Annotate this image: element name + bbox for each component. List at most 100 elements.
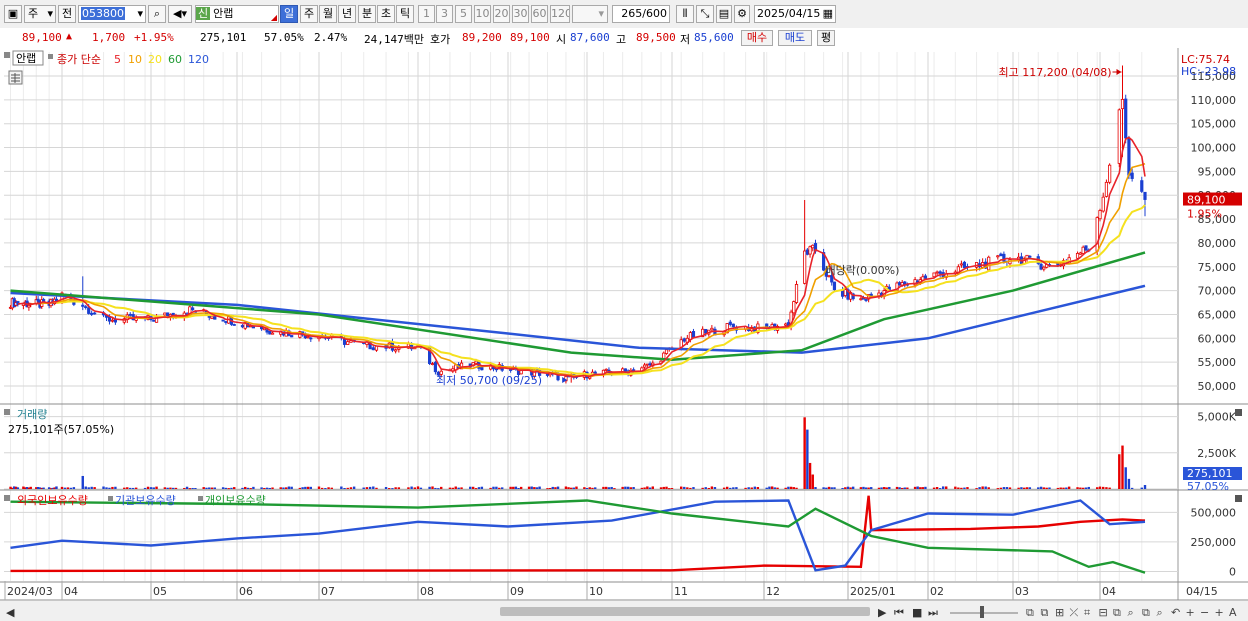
volume-bar — [210, 487, 214, 489]
interval-button-60[interactable]: 60 — [531, 5, 548, 23]
volume-bar — [530, 486, 533, 489]
volume-bar — [750, 487, 753, 489]
tool-icon-12: − — [1200, 606, 1209, 619]
tab-period-0[interactable]: 일 — [280, 5, 298, 23]
candle-body — [213, 316, 217, 320]
tool-icon-0: ⧉ — [1026, 606, 1034, 619]
window-menu-icon[interactable]: ▣ — [4, 5, 22, 23]
candle-body — [728, 321, 732, 325]
buy-button[interactable]: 매수 — [741, 30, 773, 46]
volume-bar — [1140, 487, 1143, 489]
prev-button[interactable]: 전 — [58, 5, 76, 23]
interval-dropdown[interactable]: ▾ — [572, 5, 608, 23]
candle-body — [811, 244, 815, 249]
avg-button[interactable]: 평 — [817, 30, 835, 46]
interval-button-30[interactable]: 30 — [512, 5, 529, 23]
speaker-icon[interactable]: ◀▾ — [168, 5, 192, 23]
candle-body — [1056, 263, 1060, 266]
interval-button-120[interactable]: 120 — [550, 5, 570, 23]
volume-bar — [610, 486, 613, 489]
scroll-left-icon: ◀ — [6, 606, 15, 619]
legend-marker-icon — [48, 54, 53, 59]
volume-bar — [1127, 478, 1131, 489]
data-count-total: /600 — [642, 7, 667, 20]
stock-code-input[interactable]: 053800 ▾ — [78, 5, 146, 23]
volume-bar — [722, 487, 726, 489]
bid-label: 호가 — [430, 33, 451, 46]
volume-bar — [146, 486, 150, 489]
volume-bar — [134, 487, 138, 489]
legend-ma-120: 120 — [188, 53, 209, 66]
save-icon[interactable]: ▤ — [716, 5, 732, 23]
candle-body — [792, 301, 796, 314]
interval-button-1[interactable]: 1 — [418, 5, 435, 23]
volume-bar — [975, 488, 978, 490]
table-icon-lines — [11, 73, 20, 83]
volume-bar — [93, 487, 96, 489]
volume-bar — [885, 487, 888, 489]
candle-body — [710, 327, 714, 331]
holding-legend-marker-icon — [108, 496, 113, 501]
volume-close-icon — [1235, 409, 1242, 416]
company-name-field[interactable]: 신 안랩 ◢ — [195, 5, 279, 23]
volume-bar — [686, 487, 689, 489]
volume-bar — [859, 487, 863, 489]
high-annotation: 최고 117,200 (04/08) — [998, 66, 1111, 79]
market-select[interactable]: 주 ▾ — [24, 5, 56, 23]
volume-bar — [149, 487, 153, 489]
candle-type-icon[interactable]: ⫴ — [676, 5, 694, 23]
price-tick-label: 70,000 — [1198, 285, 1237, 298]
chart-canvas[interactable]: 50,000 55,000 60,000 65,000 70,000 75,000 80,0… — [0, 48, 1248, 621]
volume-bar — [659, 487, 663, 489]
tab-period-1[interactable]: 주 — [300, 5, 318, 23]
volume-bar — [898, 487, 901, 489]
volume-bar — [132, 487, 135, 489]
data-count-field[interactable]: 265/600 — [612, 5, 670, 23]
volume-bar — [1017, 487, 1020, 489]
volume-bar — [194, 487, 197, 489]
volume-bar — [260, 487, 263, 489]
volume-bar — [271, 487, 274, 489]
volume-bar — [419, 487, 423, 489]
volume-bar — [1059, 487, 1062, 489]
volume-bar — [304, 486, 307, 489]
candle-body — [430, 363, 435, 365]
interval-button-20[interactable]: 20 — [493, 5, 510, 23]
holding-tick-label: 500,000 — [1191, 506, 1237, 519]
chart-background — [0, 48, 1248, 621]
date-field[interactable]: 2025/04/15 ▦ — [754, 5, 836, 23]
volume-bar — [185, 486, 189, 489]
candle-body — [623, 368, 627, 372]
price-tick-label: 60,000 — [1198, 332, 1237, 345]
volume-bar — [613, 488, 616, 490]
interval-button-5[interactable]: 5 — [455, 5, 472, 23]
candle-body — [604, 368, 608, 371]
gear-icon[interactable]: ⚙ — [734, 5, 750, 23]
tab-period-3[interactable]: 년 — [338, 5, 356, 23]
search-icon[interactable]: ⌕ — [148, 5, 166, 23]
volume-bar — [246, 487, 250, 489]
date-tick-label: 07 — [321, 585, 335, 598]
volume-bar — [282, 487, 285, 489]
volume-bar — [512, 486, 515, 489]
candle-body — [996, 255, 1000, 258]
volume-bar — [768, 486, 771, 489]
volume-bar — [726, 486, 729, 489]
sell-button[interactable]: 매도 — [778, 30, 812, 46]
crosshair-icon[interactable]: ⤡ — [696, 5, 714, 23]
tab-period-4[interactable]: 분 — [358, 5, 376, 23]
volume-bar — [431, 486, 434, 489]
tab-period-6[interactable]: 틱 — [396, 5, 414, 23]
candle-body — [864, 299, 868, 301]
price-change-pct: +1.95% — [134, 31, 174, 44]
candle-body — [1127, 138, 1131, 176]
volume-bar — [551, 486, 554, 489]
interval-button-10[interactable]: 10 — [474, 5, 491, 23]
interval-button-3[interactable]: 3 — [436, 5, 453, 23]
volume-bar — [924, 486, 927, 489]
volume-bar — [1025, 487, 1029, 489]
tab-period-5[interactable]: 초 — [377, 5, 395, 23]
volume-bar — [1102, 486, 1105, 489]
legend-ma-5: 5 — [114, 53, 121, 66]
tab-period-2[interactable]: 월 — [319, 5, 337, 23]
